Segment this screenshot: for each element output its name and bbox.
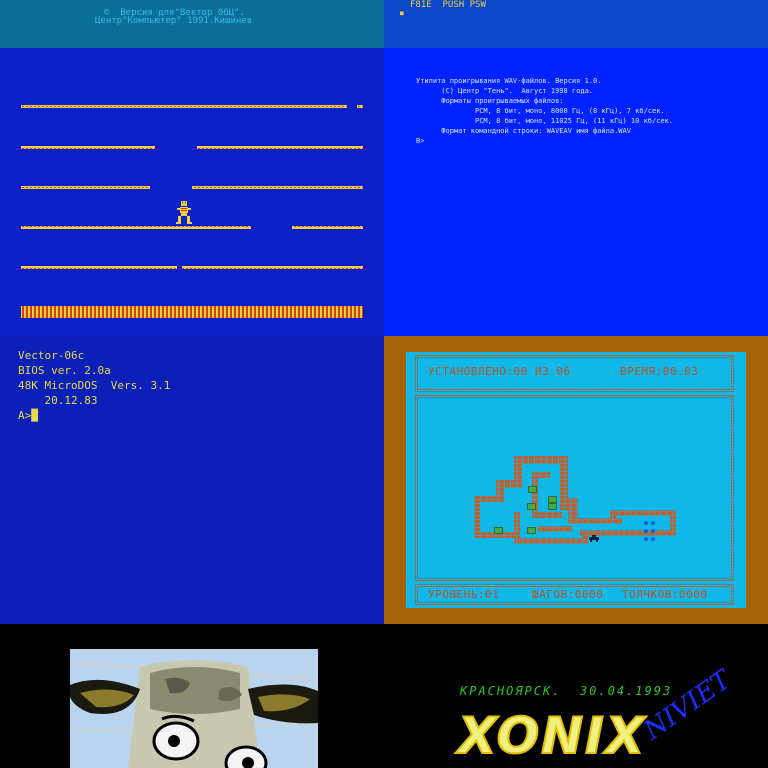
- steps-counter: ШАГОВ:0000: [532, 588, 604, 601]
- pushes-counter: ТОЛЧКОВ:0000: [622, 588, 708, 601]
- platform: [197, 146, 363, 149]
- terminal-line: Форматы проигрываемых файлов:: [416, 97, 564, 105]
- target: [644, 529, 648, 533]
- target: [651, 521, 655, 525]
- sokoban-frame: УСТАНОВЛЕНО:00 ИЗ 06 ВРЕМЯ:00.03 УРОВЕНЬ…: [406, 352, 746, 608]
- boot-line-machine: Vector-06c: [18, 349, 85, 362]
- microdos-boot-screen: Vector-06c BIOS ver. 2.0a 48K MicroDOS V…: [0, 336, 384, 624]
- author-signature: NIVIET: [638, 664, 737, 746]
- terminal-line: PCM, 8 бит, моно, 8000 Гц, (8 кГц), 7 кб…: [416, 107, 665, 115]
- target: [651, 537, 655, 541]
- sokoban-maze: [474, 456, 676, 544]
- level-counter: УРОВЕНЬ:01: [428, 588, 500, 601]
- boot-line-date: 20.12.83: [18, 394, 98, 407]
- platform: [357, 105, 363, 108]
- crate: [548, 503, 557, 510]
- xonix-title-screen: КРАСНОЯРСК. 30.04.1993 XONIX NIVIET: [384, 624, 768, 768]
- prompt-text: A>: [18, 409, 32, 422]
- floor: [21, 306, 363, 318]
- terminal-prompt[interactable]: B>: [416, 136, 673, 146]
- wav-player-screen: F81E PUSH PSW ■ Утилита проигрывания WAV…: [384, 0, 768, 336]
- skeleton-runner-icon: [176, 201, 192, 224]
- target: [644, 537, 648, 541]
- platform: [21, 105, 347, 108]
- crate: [528, 486, 537, 493]
- debugger-cursor: ■: [400, 10, 404, 17]
- platform: [21, 146, 155, 149]
- cow-picture-screen: [0, 624, 384, 768]
- platform: [292, 226, 363, 229]
- text-cursor: █: [31, 409, 38, 422]
- terminal-line: Утилита проигрывания WAV-файлов. Версия …: [416, 77, 602, 85]
- platform: [21, 226, 251, 229]
- crate: [548, 496, 557, 503]
- platform-game-screen: © Версия для"Вектор 06Ц". Центр"Компьюте…: [0, 0, 384, 336]
- crate: [494, 527, 503, 534]
- terminal-line: Формат командной строки: WAVEAV имя файл…: [416, 127, 631, 135]
- platform: [182, 266, 363, 269]
- command-prompt[interactable]: A>█: [18, 408, 170, 423]
- boot-text: Vector-06c BIOS ver. 2.0a 48K MicroDOS V…: [18, 348, 170, 423]
- platform-field: [21, 105, 363, 318]
- boot-line-bios: BIOS ver. 2.0a: [18, 364, 111, 377]
- credits-banner: © Версия для"Вектор 06Ц". Центр"Компьюте…: [0, 0, 384, 48]
- crate: [527, 503, 536, 510]
- wav-terminal-output: Утилита проигрывания WAV-файлов. Версия …: [416, 76, 673, 146]
- loader-player-icon: [589, 535, 599, 542]
- target: [644, 521, 648, 525]
- platform: [192, 186, 363, 189]
- platforms: [21, 105, 363, 318]
- debugger-header: F81E PUSH PSW ■: [384, 0, 768, 48]
- terminal-line: PCM, 8 бит, моно, 11025 Гц, (11 кГц) 10 …: [416, 117, 674, 125]
- xonix-logo: XONIX: [457, 706, 647, 766]
- boot-line-os: 48K MicroDOS Vers. 3.1: [18, 379, 171, 392]
- terminal-line: (C) Центр "Тень". Август 1998 года.: [416, 87, 594, 95]
- city-date-header: КРАСНОЯРСК. 30.04.1993: [460, 684, 673, 698]
- sokoban-screen: УСТАНОВЛЕНО:00 ИЗ 06 ВРЕМЯ:00.03 УРОВЕНЬ…: [384, 336, 768, 624]
- platform: [21, 266, 177, 269]
- crate: [527, 527, 536, 534]
- target: [651, 529, 655, 533]
- credits-line-2: Центр"Компьютер" 1991.Кишинев: [95, 16, 253, 26]
- debugger-instruction: F81E PUSH PSW: [410, 0, 486, 10]
- cow-face-icon: [70, 649, 318, 768]
- platform: [21, 186, 150, 189]
